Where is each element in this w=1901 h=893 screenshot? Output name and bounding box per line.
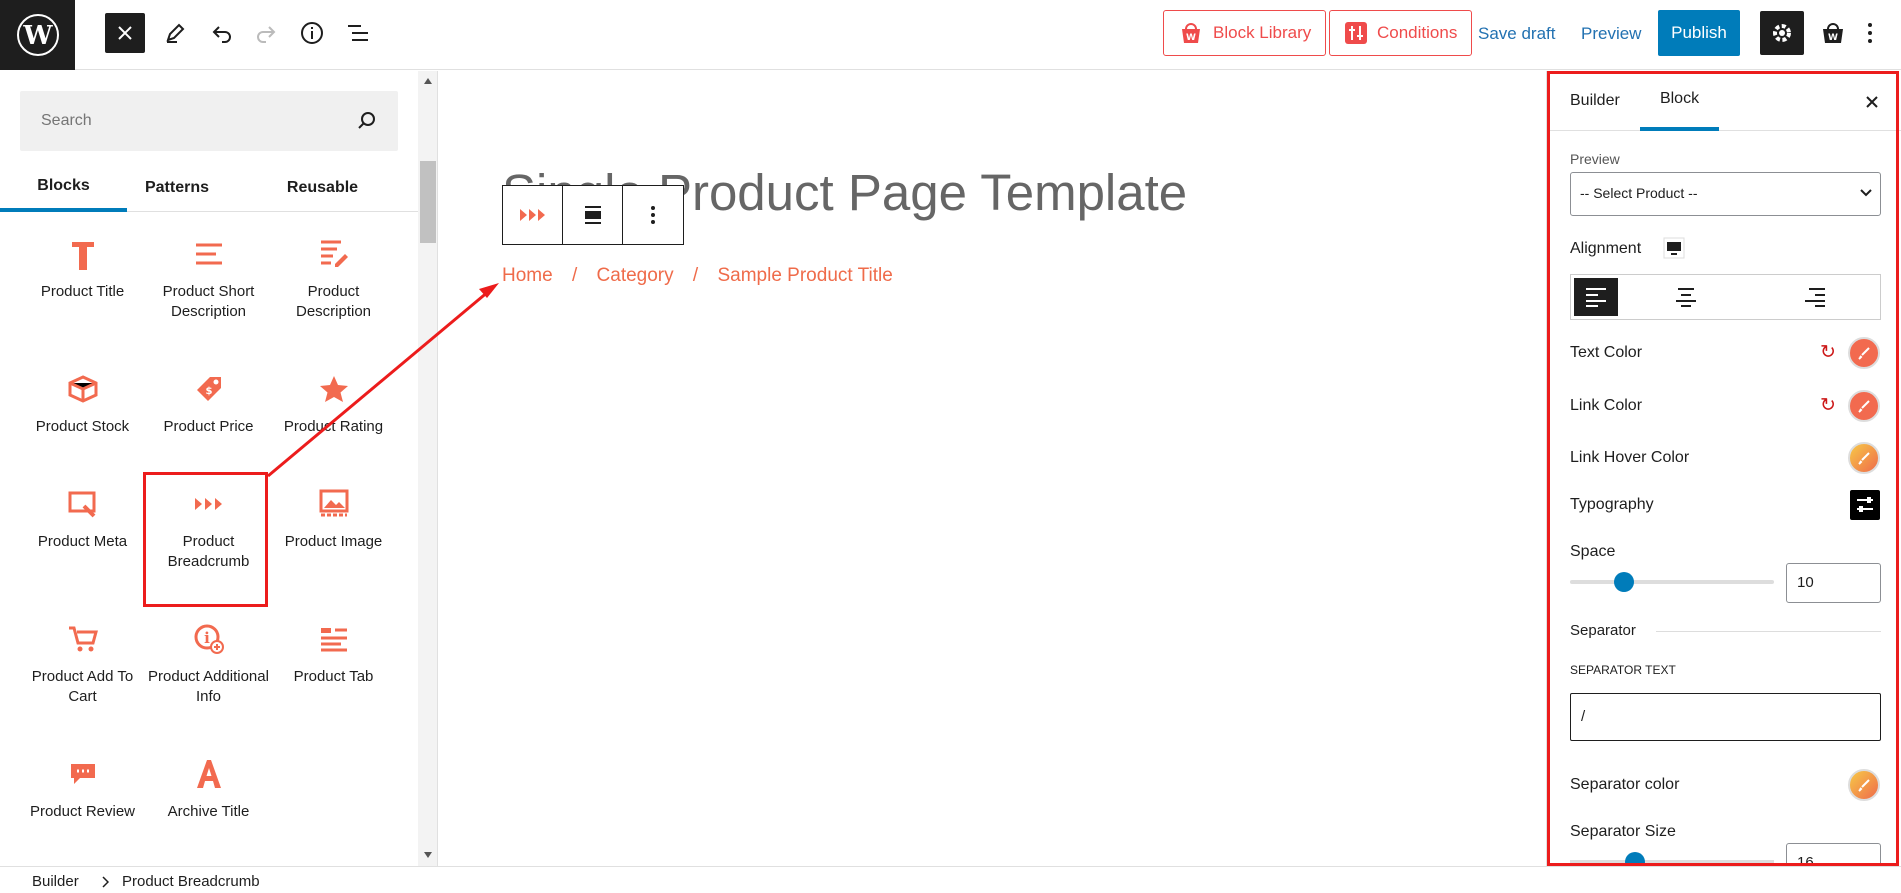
highlight-box [1547,71,1899,866]
block-breadcrumb-bar: Builder Product Breadcrumb [0,866,1901,893]
statusbar-current[interactable]: Product Breadcrumb [122,873,260,890]
chevron-right-icon [102,876,109,888]
statusbar-root[interactable]: Builder [32,873,79,890]
settings-sidebar: Builder Block Preview -- Select Product … [1546,71,1901,866]
